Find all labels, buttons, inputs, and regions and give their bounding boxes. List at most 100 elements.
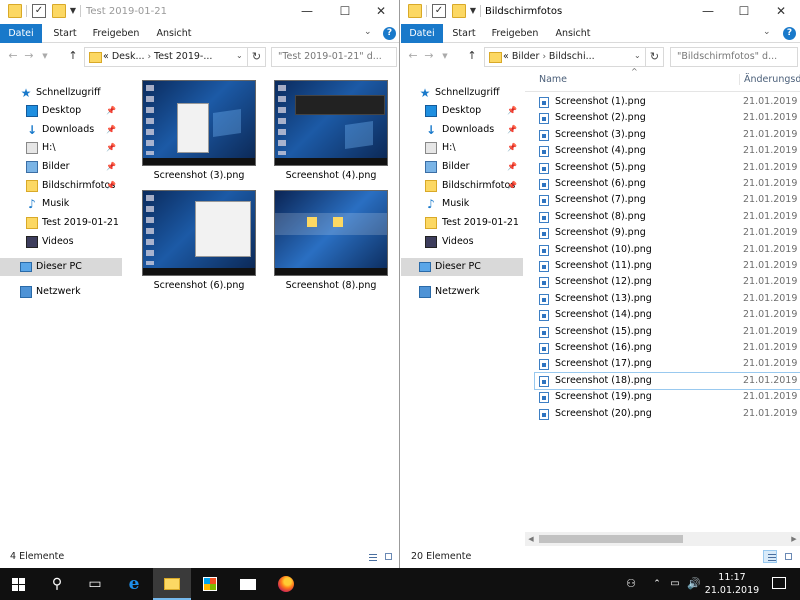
help-icon[interactable]: ? <box>383 27 396 40</box>
file-thumbnail[interactable]: Screenshot (3).png <box>136 70 256 182</box>
breadcrumb-desktop[interactable]: Desk... <box>112 51 145 62</box>
refresh-button[interactable]: ↻ <box>646 47 664 67</box>
table-row[interactable]: Screenshot (9).png 21.01.2019 09 <box>535 225 800 241</box>
chevron-down-icon[interactable]: ⌄ <box>763 27 771 37</box>
table-row[interactable]: Screenshot (14).png 21.01.2019 10 <box>535 307 800 323</box>
volume-icon[interactable]: 🔊 <box>686 568 702 600</box>
details-view-button[interactable] <box>763 550 777 563</box>
horizontal-scrollbar[interactable]: ◀ ▶ <box>525 532 800 546</box>
table-row[interactable]: Screenshot (18).png 21.01.2019 10 <box>534 371 800 390</box>
tab-freigeben[interactable]: Freigeben <box>489 24 541 43</box>
nav-item-musik[interactable]: ♪ Musik <box>401 195 523 213</box>
minimize-button[interactable]: — <box>290 0 324 24</box>
search-input[interactable]: "Test 2019-01-21" d... <box>271 47 397 67</box>
pin-icon[interactable]: 📌 <box>106 177 116 195</box>
nav-item-this-pc[interactable]: Dieser PC <box>401 258 523 276</box>
address-bar[interactable]: « Bilder › Bildschi... ⌄ <box>484 47 646 67</box>
pin-icon[interactable]: 📌 <box>507 121 517 139</box>
close-button[interactable]: ✕ <box>764 0 798 24</box>
file-view-large-icons[interactable]: Screenshot (3).png Screenshot (4).png Sc… <box>124 68 399 546</box>
nav-item-desktop[interactable]: Desktop 📌 <box>401 102 523 120</box>
notifications-icon[interactable] <box>772 577 786 589</box>
nav-item-bildschirmfotos[interactable]: Bildschirmfotos 📌 <box>401 177 523 195</box>
nav-item-videos[interactable]: Videos <box>401 233 523 251</box>
table-row[interactable]: Screenshot (17).png 21.01.2019 10 <box>535 356 800 372</box>
tab-datei[interactable]: Datei <box>0 24 42 43</box>
search-button[interactable]: ⚲ <box>38 568 76 600</box>
edge-button[interactable]: e <box>115 568 153 600</box>
search-input[interactable]: "Bildschirmfotos" d... <box>670 47 798 67</box>
table-row[interactable]: Screenshot (13).png 21.01.2019 10 <box>535 291 800 307</box>
chevron-down-icon[interactable]: ⌄ <box>236 51 243 60</box>
file-explorer-button[interactable] <box>153 568 191 600</box>
explorer-window-bildschirmfotos[interactable]: ✓ ▼ Bildschirmfotos — ☐ ✕ Datei Start Fr… <box>401 0 800 568</box>
tab-ansicht[interactable]: Ansicht <box>551 24 595 43</box>
customize-toolbar-icon[interactable]: ▼ <box>466 4 480 18</box>
new-folder-icon[interactable] <box>452 4 466 18</box>
breadcrumb-overflow[interactable]: « <box>103 51 109 62</box>
title-bar[interactable]: ✓ ▼ Test 2019-01-21 — ☐ ✕ <box>0 0 399 24</box>
large-icons-view-button[interactable] <box>781 550 795 563</box>
properties-icon[interactable]: ✓ <box>432 4 446 18</box>
table-row[interactable]: Screenshot (11).png 21.01.2019 10 <box>535 258 800 274</box>
tab-start[interactable]: Start <box>48 24 82 43</box>
nav-item-downloads[interactable]: ↓ Downloads 📌 <box>401 121 523 139</box>
forward-arrow-icon[interactable]: → <box>422 49 436 62</box>
customize-toolbar-icon[interactable]: ▼ <box>66 4 80 18</box>
file-thumbnail[interactable]: Screenshot (8).png <box>268 180 388 292</box>
nav-item-drive-h[interactable]: H:\ 📌 <box>401 139 523 157</box>
tab-ansicht[interactable]: Ansicht <box>152 24 196 43</box>
mail-button[interactable] <box>229 568 267 600</box>
table-row[interactable]: Screenshot (4).png 21.01.2019 08 <box>535 143 800 159</box>
maximize-button[interactable]: ☐ <box>727 0 761 24</box>
nav-item-bilder[interactable]: Bilder 📌 <box>401 158 523 176</box>
recent-locations-icon[interactable]: ▼ <box>438 52 452 60</box>
nav-item-quick-access[interactable]: ★ Schnellzugriff <box>0 84 122 102</box>
minimize-button[interactable]: — <box>691 0 725 24</box>
table-row[interactable]: Screenshot (8).png 21.01.2019 09 <box>535 209 800 225</box>
pin-icon[interactable]: 📌 <box>507 102 517 120</box>
title-bar[interactable]: ✓ ▼ Bildschirmfotos — ☐ ✕ <box>401 0 800 24</box>
details-view-button[interactable] <box>364 550 378 563</box>
nav-item-musik[interactable]: ♪ Musik <box>0 195 122 213</box>
recent-locations-icon[interactable]: ▼ <box>38 52 52 60</box>
chevron-down-icon[interactable]: ⌄ <box>364 27 372 37</box>
table-row[interactable]: Screenshot (7).png 21.01.2019 09 <box>535 192 800 208</box>
people-icon[interactable]: ⚇ <box>622 568 640 600</box>
store-button[interactable] <box>191 568 229 600</box>
pin-icon[interactable]: 📌 <box>106 139 116 157</box>
maximize-button[interactable]: ☐ <box>328 0 362 24</box>
nav-item-quick-access[interactable]: ★ Schnellzugriff <box>401 84 523 102</box>
start-button[interactable] <box>0 568 38 600</box>
new-folder-icon[interactable] <box>52 4 66 18</box>
pin-icon[interactable]: 📌 <box>507 158 517 176</box>
nav-item-desktop[interactable]: Desktop 📌 <box>0 102 122 120</box>
pin-icon[interactable]: 📌 <box>106 102 116 120</box>
nav-item-network[interactable]: Netzwerk <box>401 283 523 301</box>
file-thumbnail[interactable]: Screenshot (6).png <box>136 180 256 292</box>
nav-item-downloads[interactable]: ↓ Downloads 📌 <box>0 121 122 139</box>
nav-item-bildschirmfotos[interactable]: Bildschirmfotos 📌 <box>0 177 122 195</box>
scrollbar-thumb[interactable] <box>539 535 683 543</box>
refresh-button[interactable]: ↻ <box>248 47 266 67</box>
chevron-down-icon[interactable]: ⌄ <box>634 51 641 60</box>
nav-item-videos[interactable]: Videos <box>0 233 122 251</box>
explorer-window-test-folder[interactable]: ✓ ▼ Test 2019-01-21 — ☐ ✕ Datei Start Fr… <box>0 0 400 568</box>
table-row[interactable]: Screenshot (12).png 21.01.2019 10 <box>535 274 800 290</box>
up-arrow-icon[interactable]: ↑ <box>66 49 80 62</box>
pin-icon[interactable]: 📌 <box>507 177 517 195</box>
back-arrow-icon[interactable]: ← <box>406 49 420 62</box>
file-view-details[interactable]: ^ Name Änderungsda Screenshot (1).png 21.… <box>525 67 800 546</box>
close-button[interactable]: ✕ <box>364 0 398 24</box>
pin-icon[interactable]: 📌 <box>507 139 517 157</box>
scroll-left-icon[interactable]: ◀ <box>525 532 537 546</box>
nav-item-drive-h[interactable]: H:\ 📌 <box>0 139 122 157</box>
table-row[interactable]: Screenshot (19).png 21.01.2019 10 <box>535 389 800 405</box>
tab-datei[interactable]: Datei <box>401 24 443 43</box>
tab-start[interactable]: Start <box>447 24 481 43</box>
breadcrumb-bilder[interactable]: Bilder <box>512 51 540 62</box>
address-bar[interactable]: « Desk... › Test 2019-... ⌄ <box>84 47 248 67</box>
firefox-button[interactable] <box>267 568 305 600</box>
column-header-name[interactable]: Name <box>539 74 567 85</box>
up-arrow-icon[interactable]: ↑ <box>465 49 479 62</box>
